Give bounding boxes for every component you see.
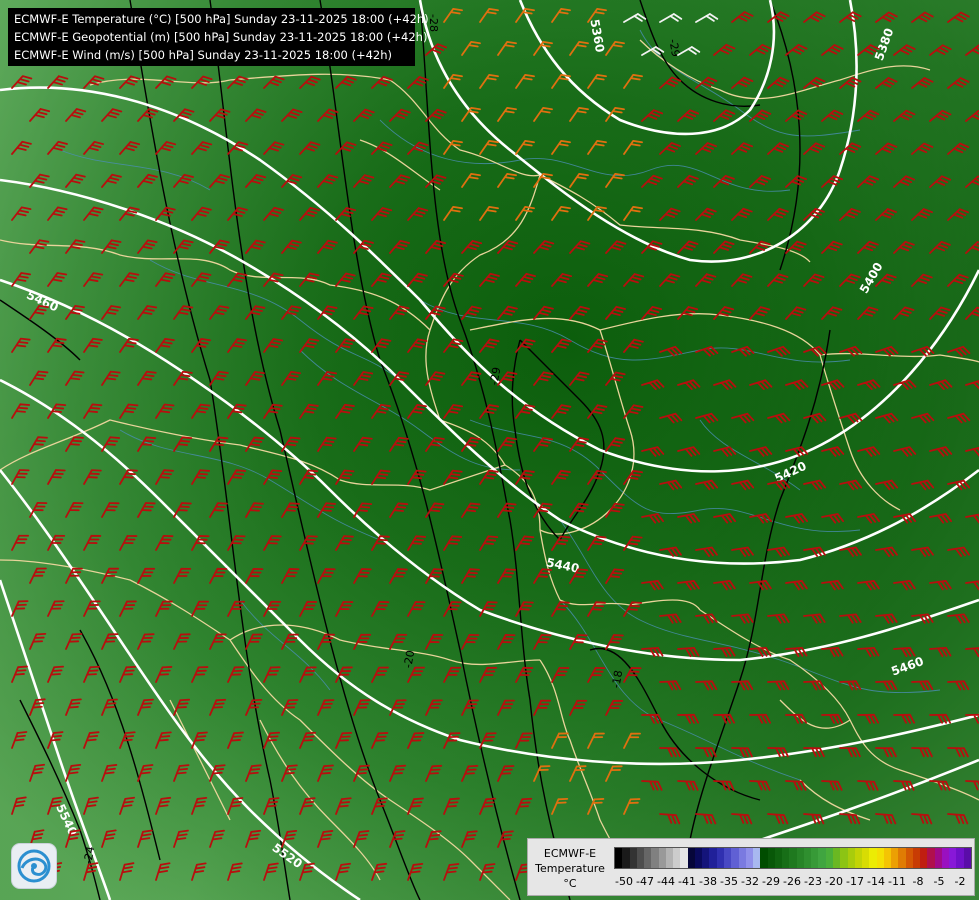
legend-swatch [789,848,797,868]
legend-swatch [738,848,746,868]
legend-swatch [745,848,754,868]
legend-swatch [840,848,848,868]
legend-swatch [832,848,841,868]
legend-swatch [956,848,964,868]
legend-swatch [658,848,666,868]
legend-swatch [760,848,768,868]
legend-swatch [665,848,674,868]
legend-colorbar [614,847,972,869]
legend-tick: -47 [636,875,654,888]
legend-swatch [891,848,899,868]
legend-swatch [680,848,688,868]
legend-swatch [876,848,884,868]
legend-swatch [825,848,833,868]
legend-swatch [622,848,630,868]
legend-swatch [803,848,812,868]
temperature-legend: ECMWF-E Temperature °C -50 -47 -44 -41 -38 -3… [527,838,975,896]
map-canvas: 5460 5360 5380 5400 5420 5440 5460 5540 … [0,0,979,900]
legend-swatch [796,848,804,868]
legend-tick: -29 [762,875,780,888]
title-geopotential: ECMWF-E Geopotential (m) [500 hPa] Sunda… [14,30,428,44]
legend-swatch [934,848,942,868]
legend-swatch [767,848,775,868]
legend-swatch [949,848,957,868]
legend-unit: °C [563,877,577,890]
legend-tick: -5 [933,875,945,888]
legend-swatch [774,848,783,868]
legend-title: ECMWF-E Temperature °C [532,846,608,891]
legend-tick: -26 [783,875,801,888]
legend-title-line1: ECMWF-E [543,847,597,860]
legend-swatch [673,848,681,868]
legend-swatch [694,848,703,868]
legend-swatch [723,848,732,868]
weather-map: 5460 5360 5380 5400 5420 5440 5460 5540 … [0,0,979,900]
legend-tick: -2 [954,875,966,888]
title-wind: ECMWF-E Wind (m/s) [500 hPa] Sunday 23-1… [14,48,393,62]
legend-swatch [912,848,921,868]
legend-swatch [644,848,652,868]
legend-swatch [716,848,724,868]
legend-tick: -35 [720,875,738,888]
legend-tick: -8 [912,875,924,888]
legend-tick: -20 [825,875,843,888]
legend-swatch [883,848,892,868]
ecmwf-swirl-logo-icon [12,844,56,888]
legend-tick: -38 [699,875,717,888]
legend-swatch [782,848,790,868]
legend-swatch [811,848,819,868]
legend-swatch [629,848,637,868]
legend-tick: -50 [615,875,633,888]
legend-tick: -44 [657,875,675,888]
legend-swatch [941,848,950,868]
legend-swatch [854,848,863,868]
legend-swatch [615,848,623,868]
legend-tick-labels: -50 -47 -44 -41 -38 -35 -32 -29 -26 -23 -20 -17 -14-… [614,875,970,889]
legend-tick: -14 [867,875,885,888]
legend-tick: -23 [804,875,822,888]
legend-swatch [862,848,870,868]
map-title-box: ECMWF-E Temperature (°C) [500 hPa] Sunda… [8,8,429,66]
legend-swatch [818,848,826,868]
legend-tick: -32 [741,875,759,888]
legend-swatch [963,848,972,868]
legend-swatch [636,848,645,868]
legend-tick: -41 [678,875,696,888]
legend-title-line2: Temperature [535,862,605,875]
legend-swatch [753,848,761,868]
legend-swatch [651,848,659,868]
legend-swatch [927,848,935,868]
title-temperature: ECMWF-E Temperature (°C) [500 hPa] Sunda… [14,12,429,26]
legend-swatch [905,848,913,868]
legend-swatch [869,848,877,868]
legend-swatch [687,848,695,868]
legend-swatch [702,848,710,868]
legend-swatch [709,848,717,868]
legend-tick: -11 [888,875,906,888]
legend-swatch [898,848,906,868]
legend-swatch [847,848,855,868]
isotherm-label: -28 [427,14,440,32]
legend-swatch [731,848,739,868]
legend-tick: -17 [846,875,864,888]
legend-swatch [920,848,928,868]
